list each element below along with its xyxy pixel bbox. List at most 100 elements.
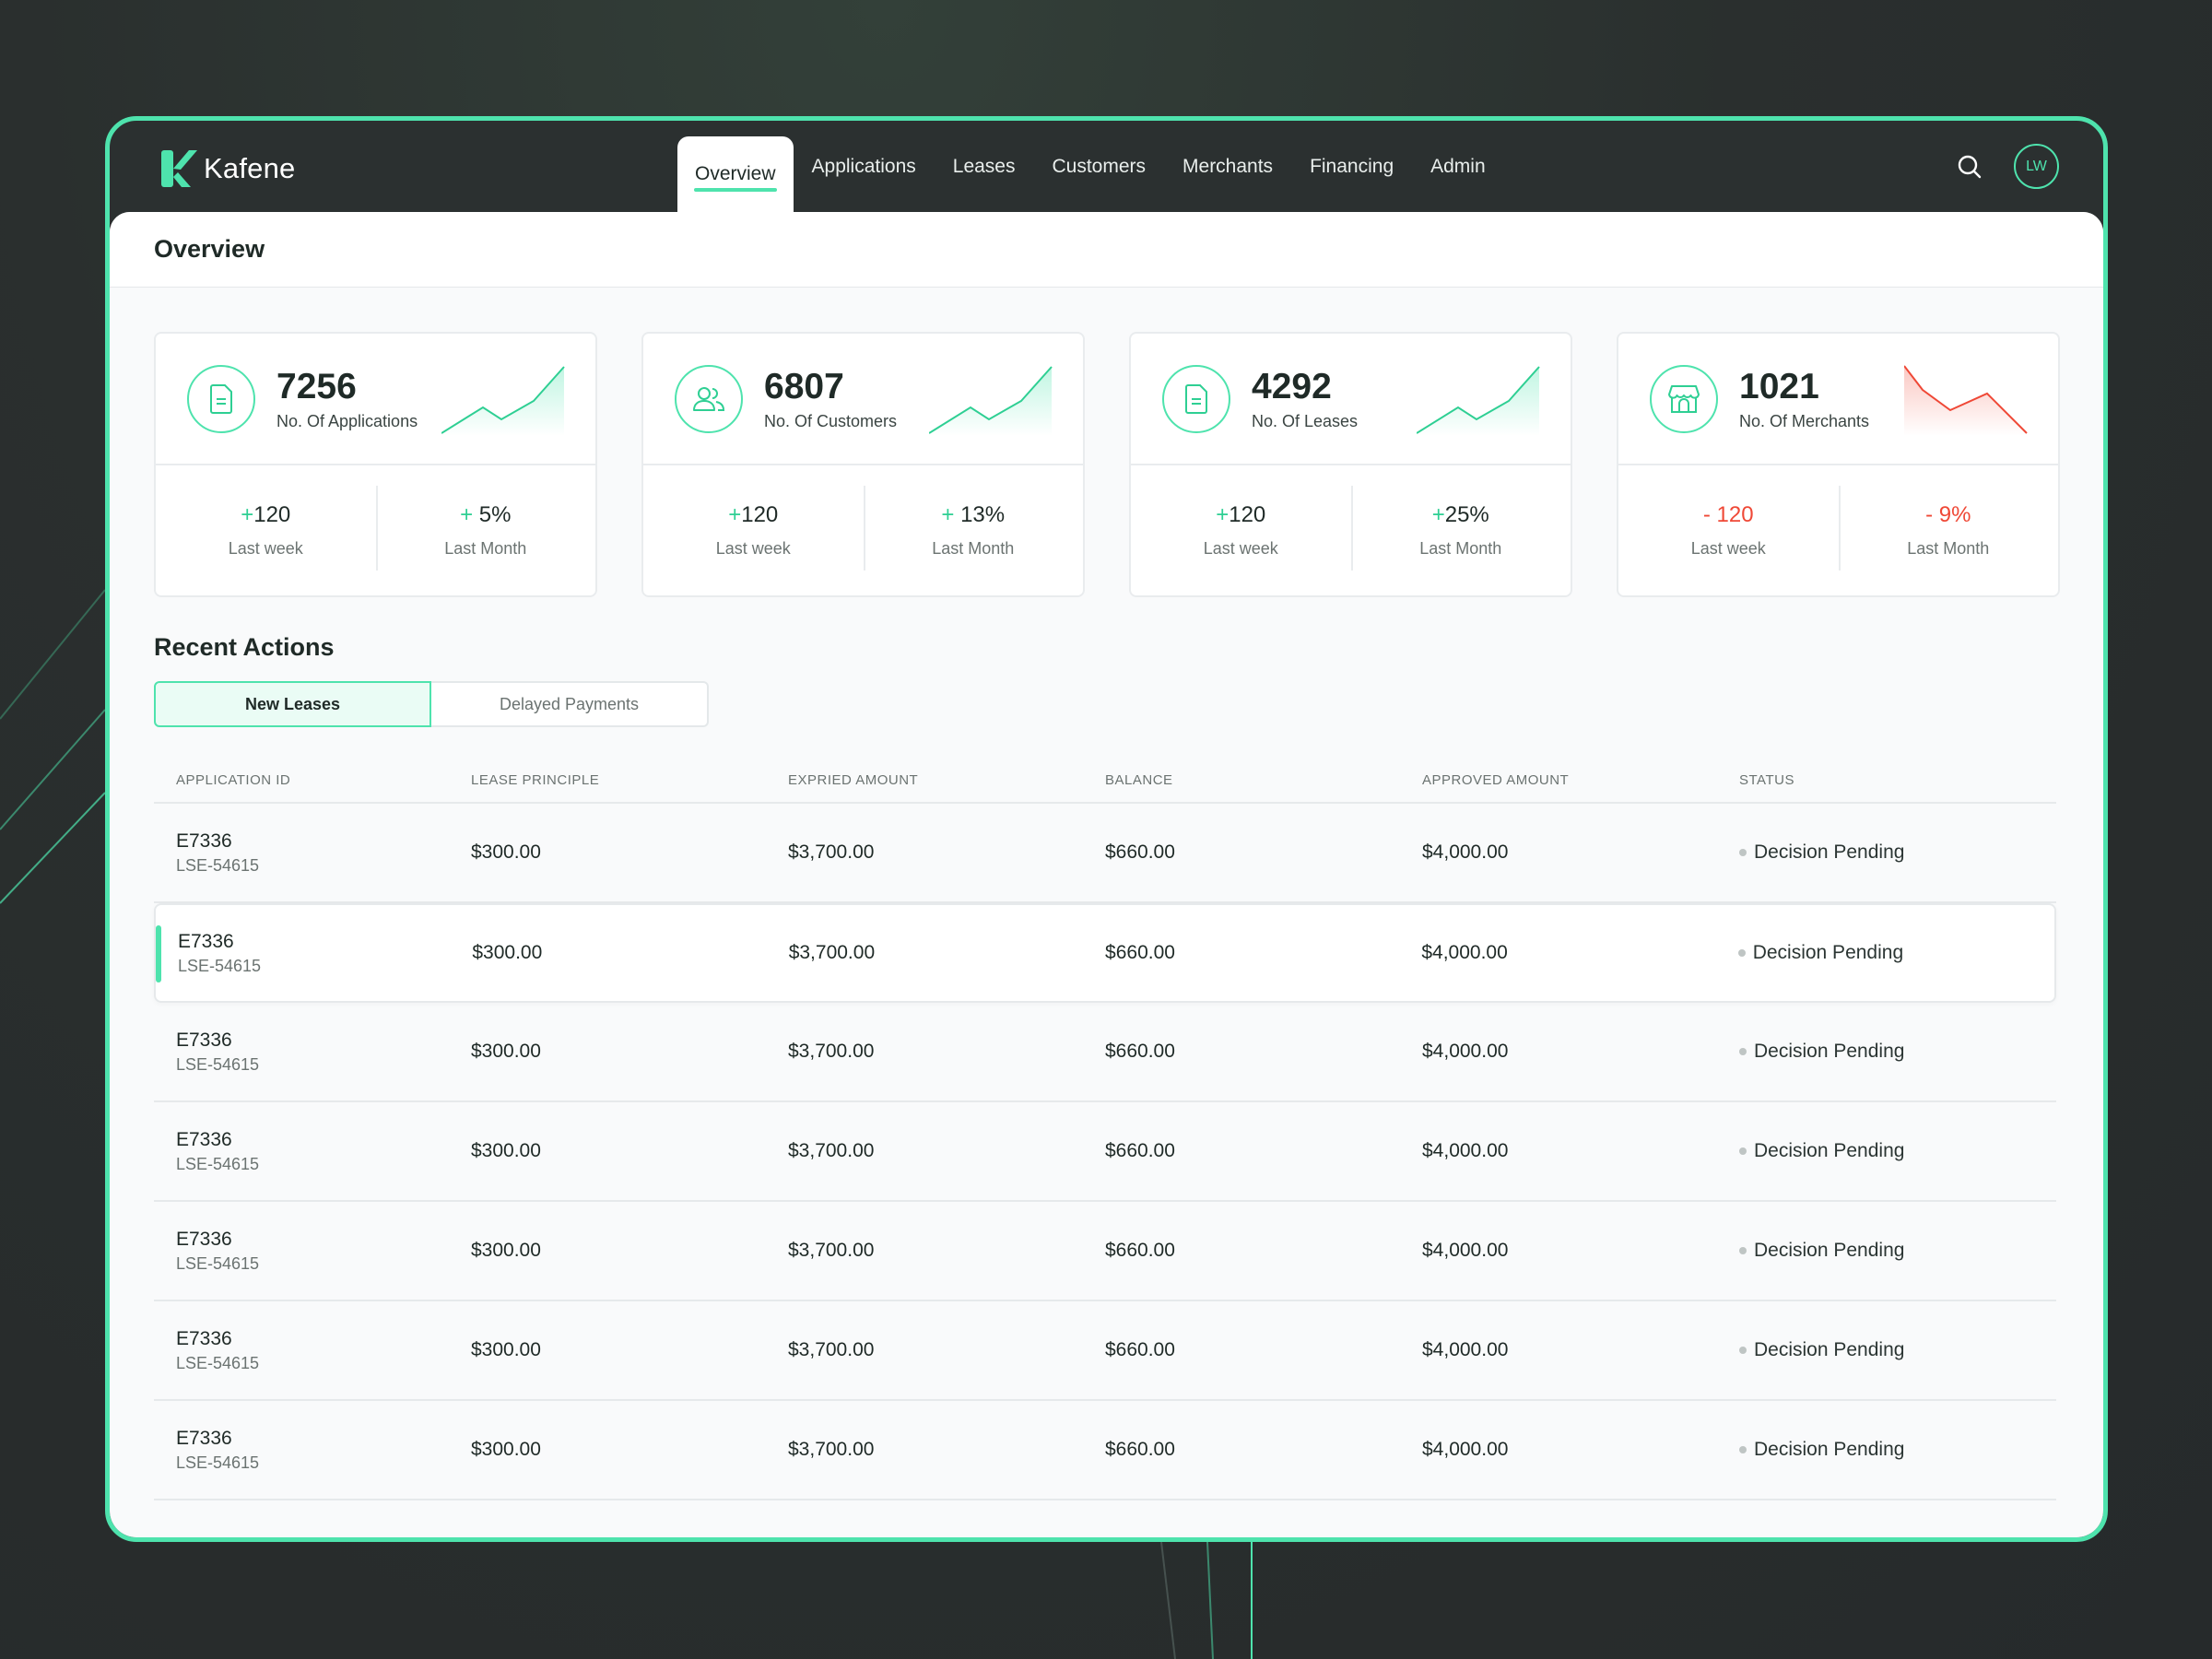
- app-name: Kafene: [204, 152, 296, 184]
- stat-label: No. Of Applications: [276, 412, 418, 430]
- nav-overview[interactable]: Overview: [677, 136, 794, 212]
- application-id[interactable]: E7336: [176, 1328, 471, 1350]
- status-cell: Decision Pending: [1739, 1041, 2056, 1063]
- stat-last-week: - 120 Last week: [1618, 465, 1839, 597]
- lease-principle: $300.00: [471, 1439, 541, 1460]
- plus-sign: +: [1216, 502, 1230, 527]
- status-dot-icon: [1739, 1147, 1747, 1155]
- expired-amount: $3,700.00: [788, 841, 875, 863]
- expired-amount: $3,700.00: [788, 1240, 875, 1261]
- table-row[interactable]: E7336 LSE-54615 $300.00 $3,700.00 $660.00 $4,…: [154, 804, 2056, 903]
- nav-merchants[interactable]: Merchants: [1164, 136, 1291, 197]
- application-id[interactable]: E7336: [176, 1229, 471, 1251]
- expired-amount: $3,700.00: [788, 1041, 875, 1062]
- balance: $660.00: [1105, 1439, 1175, 1460]
- stat-card-customers[interactable]: 6807 No. Of Customers +120 Last week + 1…: [641, 332, 1085, 597]
- table-row[interactable]: E7336 LSE-54615 $300.00 $3,700.00 $660.00 $4,…: [154, 903, 2056, 1003]
- table-row[interactable]: E7336 LSE-54615 $300.00 $3,700.00 $660.00 $4,…: [154, 1102, 2056, 1202]
- nav-leases[interactable]: Leases: [935, 136, 1034, 197]
- balance: $660.00: [1105, 1140, 1175, 1161]
- lease-id: LSE-54615: [176, 1353, 260, 1372]
- stat-value: 1021: [1739, 367, 1819, 406]
- stat-week-label: Last week: [228, 539, 303, 558]
- stat-week-label: Last week: [715, 539, 791, 558]
- application-cell: E7336 LSE-54615: [154, 1328, 471, 1373]
- nav-applications[interactable]: Applications: [794, 136, 935, 197]
- table-row[interactable]: E7336 LSE-54615 $300.00 $3,700.00 $660.00 $4,…: [154, 1202, 2056, 1301]
- application-cell: E7336 LSE-54615: [154, 1030, 471, 1075]
- plus-sign: +: [941, 502, 961, 527]
- column-header[interactable]: APPLICATION ID: [154, 772, 471, 788]
- stat-week-value: - 120: [1702, 502, 1754, 527]
- plus-sign: +: [241, 502, 254, 527]
- stat-month-value: 25%: [1444, 502, 1489, 527]
- stat-value: 6807: [764, 367, 844, 406]
- trend-sparkline-down: [1904, 365, 2028, 436]
- application-id[interactable]: E7336: [178, 931, 472, 953]
- balance: $660.00: [1105, 942, 1175, 963]
- column-header[interactable]: LEASE PRINCIPLE: [471, 772, 788, 788]
- trend-sparkline-up: [1417, 366, 1540, 436]
- stat-week-value: 120: [741, 502, 779, 527]
- lease-id: LSE-54615: [176, 1154, 260, 1173]
- nav-customers[interactable]: Customers: [1033, 136, 1164, 197]
- page-title: Overview: [154, 235, 265, 263]
- table-row[interactable]: E7336 LSE-54615 $300.00 $3,700.00 $660.00 $4,…: [154, 1301, 2056, 1401]
- stat-value: 7256: [276, 367, 357, 406]
- user-avatar[interactable]: LW: [2014, 144, 2059, 189]
- store-icon: [1650, 365, 1718, 433]
- stat-month-label: Last Month: [932, 539, 1015, 558]
- application-id[interactable]: E7336: [176, 1428, 471, 1450]
- balance: $660.00: [1105, 1041, 1175, 1062]
- search-icon[interactable]: [1956, 153, 1983, 181]
- top-navigation-bar: Kafene Overview Applications Leases Cust…: [110, 121, 2103, 212]
- application-id[interactable]: E7336: [176, 830, 471, 853]
- lease-principle: $300.00: [471, 1240, 541, 1261]
- table-row[interactable]: E7336 LSE-54615 $300.00 $3,700.00 $660.00 $4,…: [154, 1401, 2056, 1500]
- table-header: APPLICATION ID LEASE PRINCIPLE EXPRIED A…: [154, 758, 2056, 804]
- nav-admin[interactable]: Admin: [1412, 136, 1504, 197]
- stat-month-label: Last Month: [1907, 539, 1990, 558]
- kafene-logo-icon: [161, 150, 197, 187]
- logo[interactable]: Kafene: [159, 147, 295, 191]
- status-badge: Decision Pending: [1754, 1439, 1905, 1460]
- column-header[interactable]: EXPRIED AMOUNT: [788, 772, 1105, 788]
- application-id[interactable]: E7336: [176, 1030, 471, 1052]
- approved-amount: $4,000.00: [1422, 841, 1509, 863]
- table-row[interactable]: E7336 LSE-54615 $300.00 $3,700.00 $660.00 $4,…: [154, 1003, 2056, 1102]
- column-header[interactable]: STATUS: [1739, 772, 2056, 788]
- column-header[interactable]: APPROVED AMOUNT: [1422, 772, 1739, 788]
- status-badge: Decision Pending: [1754, 841, 1905, 863]
- tab-delayed-payments[interactable]: Delayed Payments: [431, 681, 709, 727]
- approved-amount: $4,000.00: [1422, 1140, 1509, 1161]
- expired-amount: $3,700.00: [788, 1140, 875, 1161]
- nav-financing[interactable]: Financing: [1291, 136, 1412, 197]
- stat-label: No. Of Customers: [764, 412, 898, 430]
- stat-week-value: 120: [1229, 502, 1266, 527]
- plus-sign: +: [1431, 502, 1445, 527]
- recent-actions-tabs: New Leases Delayed Payments: [154, 681, 709, 727]
- status-dot-icon: [1737, 949, 1746, 957]
- stat-card-applications[interactable]: 7256 No. Of Applications +120 Last week …: [154, 332, 597, 597]
- tab-new-leases[interactable]: New Leases: [154, 681, 431, 727]
- stat-card-leases[interactable]: 4292 No. Of Leases +120 Last week +25% L…: [1129, 332, 1572, 597]
- status-dot-icon: [1739, 1347, 1747, 1354]
- lease-principle: $300.00: [472, 942, 543, 963]
- balance: $660.00: [1105, 1339, 1175, 1360]
- stat-value: 4292: [1252, 367, 1332, 406]
- app-window: Kafene Overview Applications Leases Cust…: [105, 116, 2108, 1542]
- balance: $660.00: [1105, 841, 1175, 863]
- lease-id: LSE-54615: [176, 1253, 260, 1273]
- stat-label: No. Of Merchants: [1739, 412, 1870, 430]
- expired-amount: $3,700.00: [788, 942, 876, 963]
- stat-last-month: + 5% Last Month: [376, 465, 596, 597]
- stat-last-week: +120 Last week: [643, 465, 864, 597]
- stat-week-value: 120: [253, 502, 291, 527]
- column-header[interactable]: BALANCE: [1105, 772, 1422, 788]
- main-nav: Overview Applications Leases Customers M…: [677, 136, 1504, 212]
- application-id[interactable]: E7336: [176, 1129, 471, 1151]
- status-dot-icon: [1739, 1048, 1747, 1055]
- status-dot-icon: [1739, 1446, 1747, 1453]
- approved-amount: $4,000.00: [1421, 942, 1508, 963]
- stat-card-merchants[interactable]: 1021 No. Of Merchants - 120 Last week - …: [1617, 332, 2060, 597]
